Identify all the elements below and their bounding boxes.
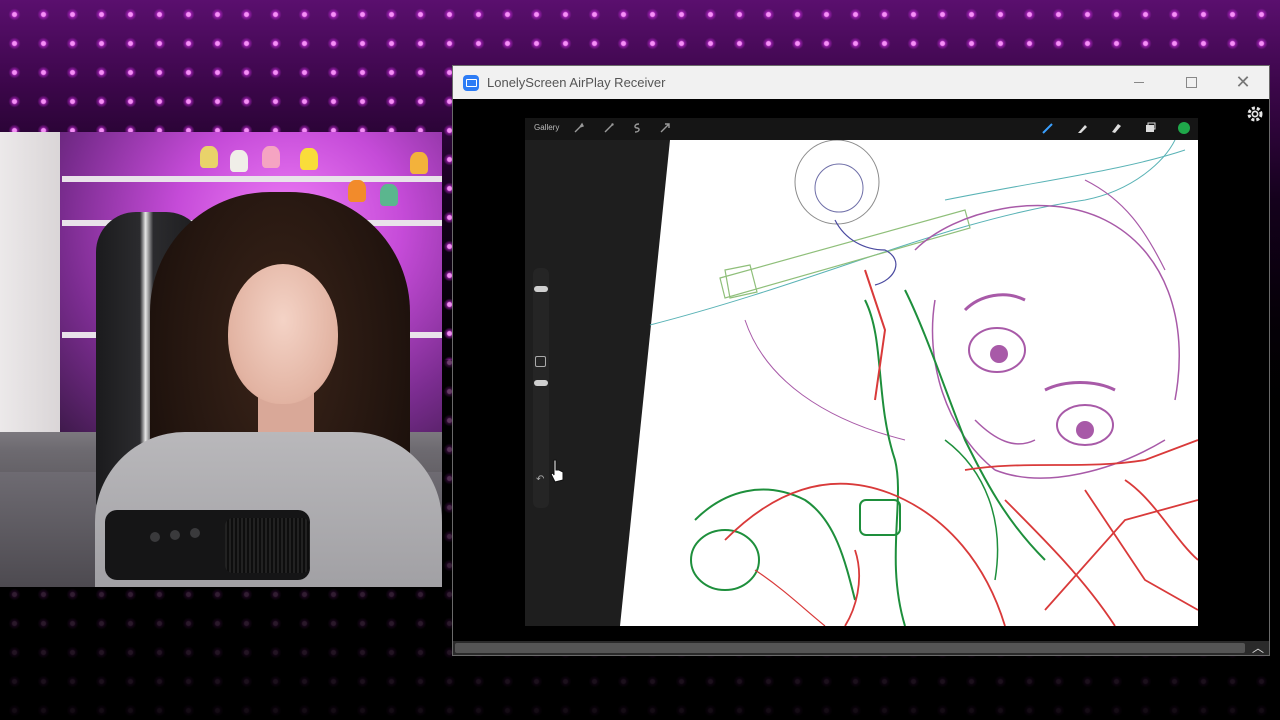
brush-size-slider[interactable]	[534, 286, 548, 292]
shelf-board	[62, 176, 442, 182]
webcam-feed	[0, 132, 442, 587]
modify-button[interactable]	[535, 356, 546, 367]
brush-icon[interactable]	[1041, 121, 1055, 135]
microphone-grille	[225, 518, 310, 573]
scrollbar-thumb[interactable]	[455, 643, 1245, 653]
color-swatch[interactable]	[1177, 121, 1191, 135]
figurine	[300, 148, 318, 170]
figurine	[380, 184, 398, 206]
minimize-button[interactable]	[1113, 66, 1165, 99]
window-title: LonelyScreen AirPlay Receiver	[487, 75, 666, 90]
mirrored-ipad-screen[interactable]: Gallery ↶	[525, 118, 1198, 626]
close-button[interactable]: ✕	[1217, 66, 1269, 99]
mic-knob	[150, 532, 160, 542]
airplay-receiver-window: LonelyScreen AirPlay Receiver ✕ Gallery	[452, 65, 1270, 656]
streamer-face	[228, 264, 338, 404]
undo-button[interactable]: ↶	[536, 474, 544, 485]
magic-wand-icon[interactable]	[603, 122, 615, 134]
window-titlebar[interactable]: LonelyScreen AirPlay Receiver ✕	[453, 66, 1269, 99]
figurine	[348, 180, 366, 202]
minimize-icon	[1134, 82, 1144, 83]
window-controls: ✕	[1113, 66, 1269, 99]
figurine	[410, 152, 428, 174]
gallery-button[interactable]: Gallery	[534, 123, 559, 132]
eraser-icon[interactable]	[1109, 121, 1123, 135]
maximize-button[interactable]	[1165, 66, 1217, 99]
layers-icon[interactable]	[1143, 121, 1157, 135]
lonelyscreen-icon	[463, 74, 479, 91]
maximize-icon	[1185, 77, 1197, 88]
drawing-canvas[interactable]	[525, 140, 1198, 626]
selection-icon[interactable]	[631, 122, 643, 134]
collapse-chevron-icon[interactable]: ︿	[1251, 641, 1265, 655]
mic-knob	[190, 528, 200, 538]
wrench-icon[interactable]	[573, 122, 585, 134]
figurine	[262, 146, 280, 168]
mic-knob	[170, 530, 180, 540]
opacity-slider[interactable]	[534, 380, 548, 386]
figurine	[230, 150, 248, 172]
transform-icon[interactable]	[659, 122, 671, 134]
procreate-toolbar: Gallery	[525, 118, 1198, 140]
smudge-icon[interactable]	[1075, 121, 1089, 135]
hand-pointer-icon	[550, 459, 564, 483]
horizontal-scrollbar[interactable]: ︿	[453, 641, 1269, 655]
settings-gear-icon[interactable]	[1245, 104, 1265, 124]
figurine	[200, 146, 218, 168]
